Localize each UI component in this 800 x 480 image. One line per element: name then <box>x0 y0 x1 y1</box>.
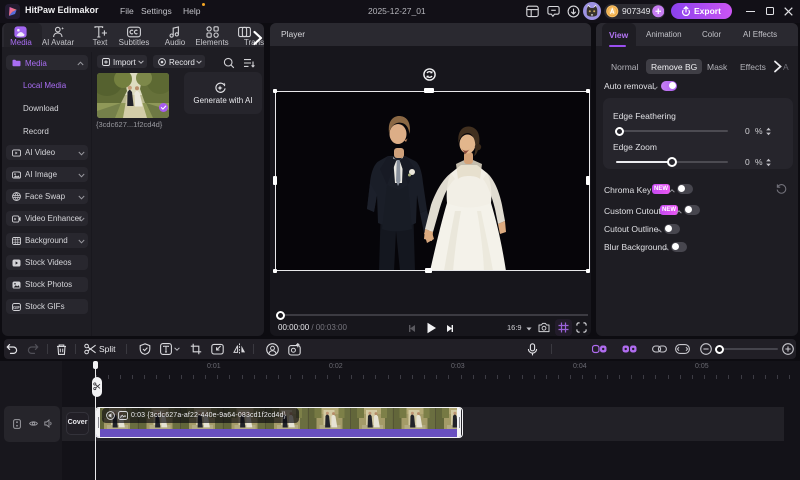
svg-text:GIF: GIF <box>13 304 20 309</box>
